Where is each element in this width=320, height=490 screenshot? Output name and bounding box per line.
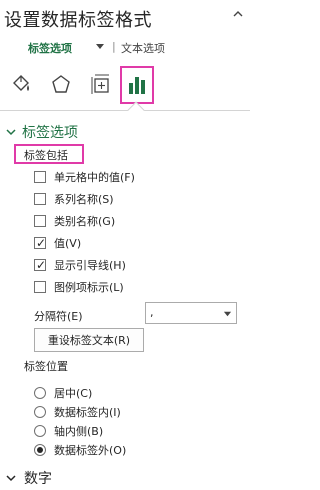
checkbox-category-name[interactable]: 类别名称(G) [34,212,115,230]
checkbox-leader-lines[interactable]: ✓ 显示引导线(H) [34,256,126,274]
radio-button[interactable] [34,406,46,418]
checkbox-checked[interactable]: ✓ [34,258,47,272]
radio-outside-end[interactable]: 数据标签外(O) [34,441,126,459]
radio-label: 数据标签外(O) [54,444,127,457]
separator-select[interactable]: , [145,302,237,324]
pane-title: 设置数据标签格式 [4,10,152,31]
effects-icon[interactable] [46,68,76,102]
checkbox[interactable] [34,193,46,205]
number-section-header[interactable]: 数字 [6,468,52,488]
separator-value: , [150,306,154,319]
chevron-down-icon [6,475,16,482]
size-properties-icon[interactable] [86,68,116,102]
checkbox-label: 图例项标示(L) [54,281,124,294]
radio-inside-base[interactable]: 轴内侧(B) [34,422,103,440]
section-title: 标签选项 [22,125,78,141]
tab-separator: | [112,40,116,53]
checkbox[interactable] [34,171,46,183]
collapse-pane-icon[interactable] [232,8,244,20]
radio-button-selected[interactable] [34,444,46,456]
radio-label: 数据标签内(I) [54,406,121,419]
label-includes-heading: 标签包括 [24,149,68,162]
tab-text-options[interactable]: 文本选项 [121,40,165,56]
label-options-icon[interactable] [120,66,154,104]
radio-inside-end[interactable]: 数据标签内(I) [34,403,121,421]
checkbox-value[interactable]: ✓ 值(V) [34,234,81,252]
icon-row-divider [0,110,250,111]
checkbox-label: 类别名称(G) [54,215,116,228]
check-icon: ✓ [36,258,47,272]
number-section-title: 数字 [24,471,52,487]
checkbox-label: 系列名称(S) [54,193,114,206]
chevron-down-icon[interactable] [95,41,105,51]
tab-label-options[interactable]: 标签选项 [28,40,72,56]
checkbox[interactable] [34,281,46,293]
checkbox-label: 单元格中的值(F) [54,171,135,184]
check-icon: ✓ [36,236,47,250]
checkbox-legend-key[interactable]: 图例项标示(L) [34,278,124,296]
radio-center[interactable]: 居中(C) [34,384,92,402]
format-category-icons [0,64,250,112]
fill-line-icon[interactable] [6,68,36,102]
option-tabs: 标签选项 | 文本选项 [0,38,250,56]
separator-label: 分隔符(E) [34,310,83,323]
label-position-heading: 标签位置 [24,360,68,373]
checkbox-cell-value[interactable]: 单元格中的值(F) [34,168,135,186]
chevron-down-icon [6,129,16,136]
radio-label: 居中(C) [54,387,93,400]
checkbox-label: 显示引导线(H) [54,259,126,272]
label-options-section-header[interactable]: 标签选项 [6,122,78,142]
checkbox[interactable] [34,215,46,227]
radio-button[interactable] [34,387,46,399]
radio-label: 轴内侧(B) [54,425,104,438]
checkbox-label: 值(V) [54,237,82,250]
checkbox-series-name[interactable]: 系列名称(S) [34,190,114,208]
radio-button[interactable] [34,425,46,437]
checkbox-checked[interactable]: ✓ [34,236,47,250]
chevron-down-icon [223,311,232,317]
reset-label-text-button[interactable]: 重设标签文本(R) [34,328,144,352]
